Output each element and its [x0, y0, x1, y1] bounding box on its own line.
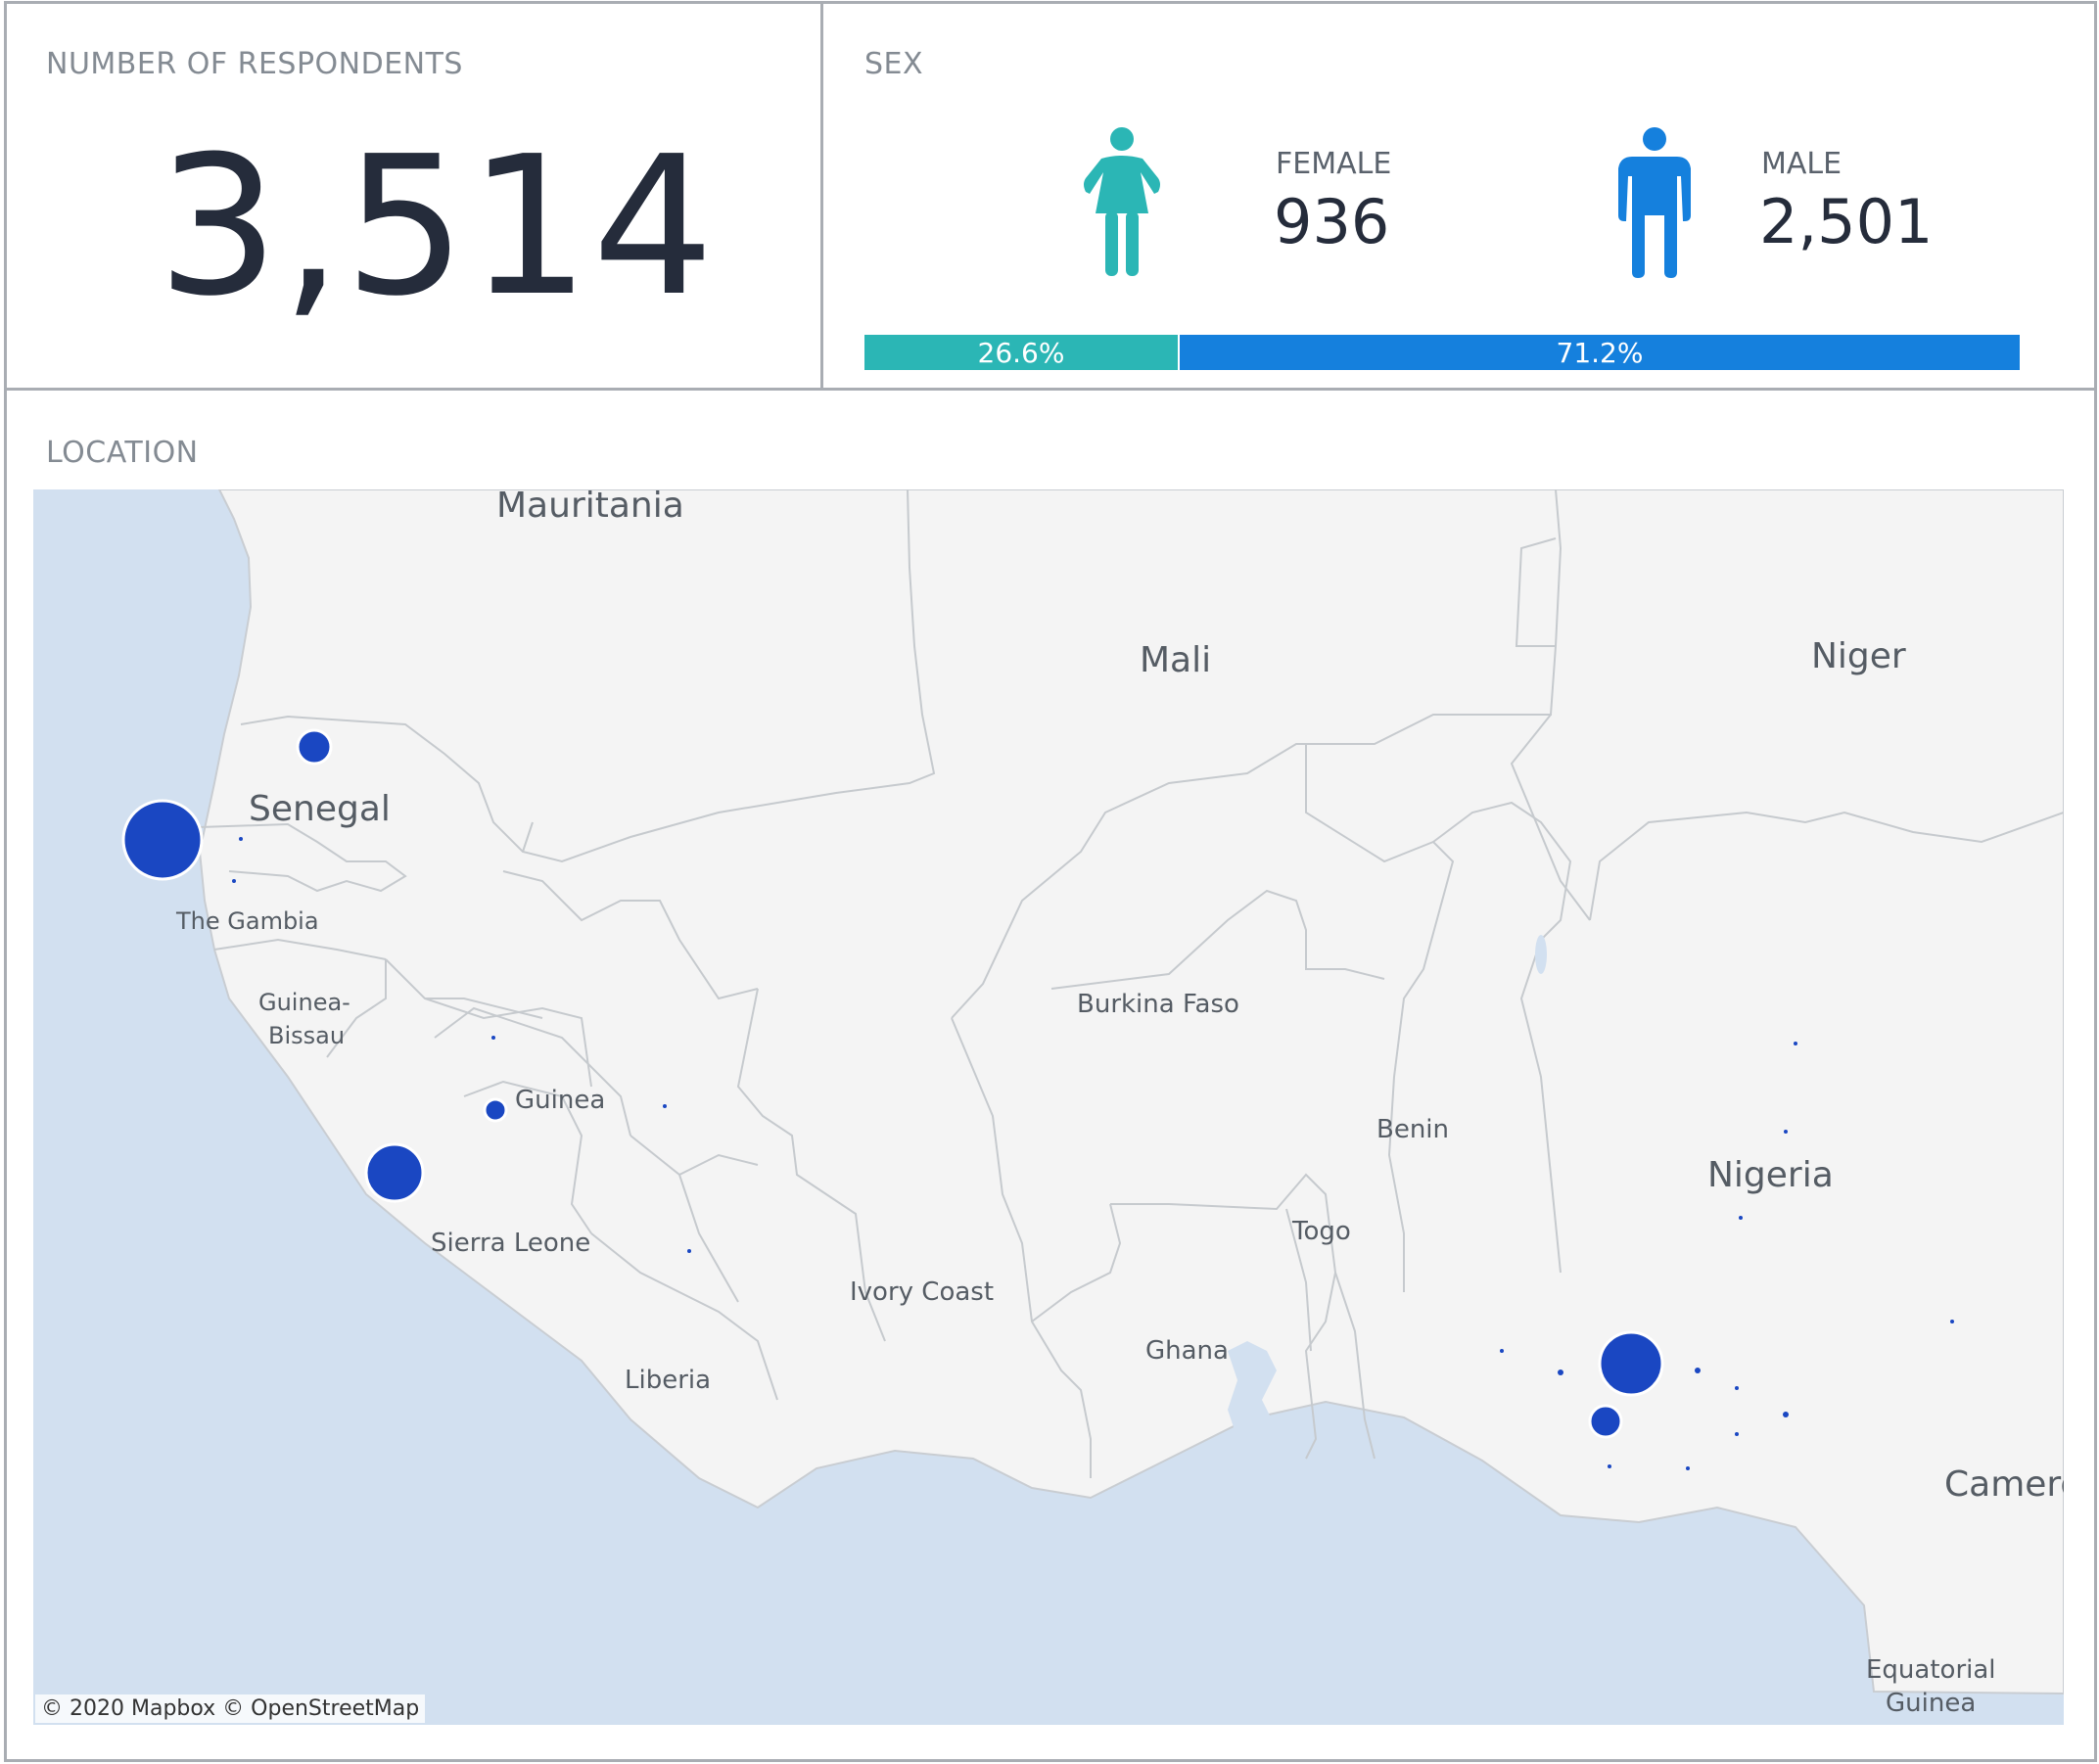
bubble-guinea-inland[interactable] [483, 1097, 508, 1123]
lake-kainji [1535, 935, 1547, 974]
female-label: FEMALE [1276, 147, 1392, 181]
label-niger: Niger [1811, 636, 1906, 676]
female-count: 936 [1274, 186, 1390, 257]
label-equatorial-guinea-2: Guinea [1886, 1689, 1976, 1718]
male-share-bar[interactable]: 71.2% [1180, 335, 2020, 370]
bubble-conakry[interactable] [364, 1142, 425, 1203]
bubble-senegal-north[interactable] [296, 728, 333, 766]
bubble-dakar[interactable] [121, 799, 204, 881]
label-nigeria: Nigeria [1707, 1155, 1834, 1195]
bubble-nigeria-southwest[interactable] [1598, 1330, 1664, 1397]
location-title: LOCATION [46, 436, 199, 470]
label-benin: Benin [1376, 1115, 1449, 1144]
male-label: MALE [1761, 147, 1842, 181]
label-guinea-bissau-1: Guinea- [258, 989, 350, 1016]
sex-title: SEX [864, 47, 924, 81]
female-person-icon [1084, 127, 1160, 276]
label-guinea: Guinea [515, 1086, 605, 1115]
respondents-title: NUMBER OF RESPONDENTS [46, 47, 463, 81]
label-burkina-faso: Burkina Faso [1077, 990, 1239, 1019]
map-attribution[interactable]: © 2020 Mapbox © OpenStreetMap [35, 1694, 426, 1723]
map-canvas[interactable]: Mauritania Mali Niger Senegal The Gambia… [33, 489, 2064, 1725]
label-mauritania: Mauritania [496, 489, 684, 526]
label-equatorial-guinea-1: Equatorial [1866, 1655, 1996, 1685]
respondents-card: NUMBER OF RESPONDENTS 3,514 [4, 1, 824, 392]
label-the-gambia: The Gambia [175, 907, 319, 935]
label-ghana: Ghana [1145, 1336, 1229, 1366]
label-togo: Togo [1291, 1217, 1351, 1246]
bubble-lagos[interactable] [1588, 1404, 1623, 1439]
label-cameroon: Camero [1944, 1464, 2064, 1505]
label-ivory-coast: Ivory Coast [850, 1277, 994, 1307]
label-liberia: Liberia [625, 1366, 711, 1395]
sex-card: SEX FEMALE 936 MALE 2,501 26.6% 71.2% [820, 1, 2097, 392]
female-share-bar[interactable]: 26.6% [864, 335, 1178, 370]
label-mali: Mali [1140, 640, 1211, 680]
location-map[interactable]: Mauritania Mali Niger Senegal The Gambia… [33, 489, 2064, 1725]
label-guinea-bissau-2: Bissau [268, 1022, 345, 1049]
label-senegal: Senegal [249, 789, 391, 829]
respondents-count: 3,514 [157, 116, 717, 339]
male-person-icon [1618, 127, 1691, 278]
male-count: 2,501 [1759, 186, 1934, 257]
label-sierra-leone: Sierra Leone [431, 1229, 590, 1258]
